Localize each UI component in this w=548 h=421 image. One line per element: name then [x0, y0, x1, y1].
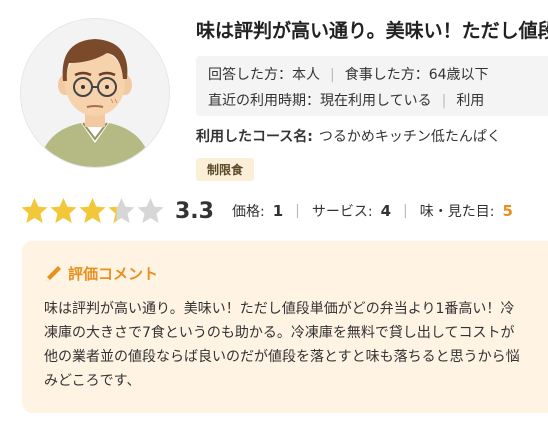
star-icon: [79, 198, 106, 223]
comment-box: 評価コメント 味は評判が高い通り。美味い！ただし値段単価がどの弁当より1番高い！…: [22, 241, 548, 413]
service-label: サービス:: [311, 204, 373, 220]
eater-info: 食事した方：64歳以下: [344, 67, 489, 83]
price-label: 価格:: [231, 204, 265, 220]
usage-info: 利用: [456, 93, 485, 109]
star-icon: [21, 198, 48, 223]
separator: |: [330, 67, 335, 83]
recent-use-info: 直近の利用時期：現在利用している: [208, 93, 432, 109]
service-value: 4: [380, 202, 392, 220]
respondent-info: 回答した方：本人: [208, 67, 320, 83]
taste-label: 味・見た目:: [419, 204, 495, 220]
rating-score: 3.3: [175, 198, 214, 224]
price-value: 1: [272, 202, 284, 220]
separator: |: [295, 203, 300, 219]
taste-value: 5: [502, 202, 513, 220]
rating-row: 3.3 価格: 1 | サービス: 4 | 味・見た目: 5: [20, 196, 548, 226]
star-icon: [108, 198, 135, 223]
course-line: 利用したコース名: つるかめキッチン低たんぱく: [196, 126, 548, 146]
reviewer-avatar-icon: [21, 19, 169, 167]
review-title: 味は評判が高い通り。美味い！ただし値段単価がどの弁当より: [196, 20, 548, 42]
price-rating: 価格: 1: [232, 201, 283, 221]
comment-body: 味は評判が高い通り。美味い！ただし値段単価がどの弁当より1番高い！冷凍庫の大きさ…: [44, 301, 520, 389]
avatar: [20, 18, 170, 168]
reviewer-info-row: 直近の利用時期：現在利用している | 利用: [208, 90, 484, 110]
comment-heading: 評価コメント: [44, 263, 158, 284]
separator: |: [403, 203, 408, 219]
service-rating: サービス: 4: [312, 201, 391, 221]
comment-heading-label: 評価コメント: [68, 265, 159, 283]
separator: |: [441, 93, 447, 109]
star-icon: [137, 198, 164, 223]
diet-tag: 制限食: [196, 158, 255, 181]
course-name: つるかめキッチン低たんぱく: [318, 129, 501, 145]
course-label: 利用したコース名:: [196, 129, 313, 145]
reviewer-info-row: 回答した方：本人 | 食事した方：64歳以下: [208, 64, 489, 84]
pencil-icon: [46, 265, 61, 281]
reviewer-info: 回答した方：本人 | 食事した方：64歳以下 直近の利用時期：現在利用している | 利用: [196, 56, 548, 116]
taste-rating: 味・見た目: 5: [420, 201, 513, 221]
star-icon: [50, 198, 77, 223]
star-rating: [20, 197, 165, 225]
